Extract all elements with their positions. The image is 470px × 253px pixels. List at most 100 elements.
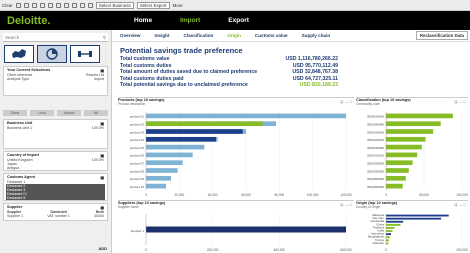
category-label: Pakistan xyxy=(372,241,384,245)
category-label: 8516320000 xyxy=(367,162,384,166)
category-label: 8516330000 xyxy=(367,169,384,173)
lock-selections-button[interactable]: Lock xyxy=(30,110,54,116)
bar xyxy=(386,113,453,119)
products-chart: 0 20,000 40,000 60,000 80,000 100,000 120,000 p… xyxy=(130,112,352,197)
search-box[interactable]: Search ⚲ xyxy=(3,33,108,42)
x-tick-label: 120,000 xyxy=(340,193,352,197)
bar xyxy=(386,239,390,242)
sidebar-footer: ADD xyxy=(98,246,107,251)
panel-menu-icon[interactable]: ▣ xyxy=(100,175,104,180)
business-unit-item[interactable]: Business Unit 1 xyxy=(7,126,32,130)
selection-buttons: Clear Lock Unlock All xyxy=(3,110,108,116)
logo-dot: . xyxy=(47,14,51,27)
forward-icon[interactable] xyxy=(23,2,29,8)
export-dropdown[interactable]: Select Export xyxy=(136,1,170,9)
x-tick-label: 40,000 xyxy=(208,193,218,197)
category-label: 8516310010 xyxy=(367,154,384,158)
deloitte-logo: Deloitte. xyxy=(7,15,130,27)
category-label: product 03 xyxy=(130,130,145,134)
bar xyxy=(146,121,263,127)
category-label: 8516510000 xyxy=(367,115,384,119)
search-icon: ⚲ xyxy=(102,35,106,40)
bar xyxy=(386,220,404,223)
supplier-panel: Supplier ▣ Supplier Dominant Both Supplier … xyxy=(3,203,108,221)
suppliers-chart-panel: Suppliers (top 10 savings) Supplier name… xyxy=(118,200,354,253)
bookmark-icon[interactable] xyxy=(55,2,61,8)
unlock-selections-button[interactable]: Unlock xyxy=(57,110,81,116)
bar xyxy=(386,227,395,229)
category-label: 8516350000 xyxy=(367,177,384,181)
dashboard-view-icon[interactable] xyxy=(37,45,67,63)
map-view-icon[interactable] xyxy=(4,45,34,63)
category-label: 8516510090 xyxy=(367,146,384,150)
nav-export[interactable]: Export xyxy=(228,17,249,24)
clear-selections-button[interactable]: Clear xyxy=(3,110,27,116)
tab-supply-chain[interactable]: Supply chain xyxy=(302,33,331,38)
tab-overview[interactable]: Overview xyxy=(120,33,140,38)
category-label: product 06 xyxy=(130,154,145,158)
search-icon[interactable] xyxy=(47,2,53,8)
bar xyxy=(386,230,393,232)
nav-home[interactable]: Home xyxy=(134,17,152,24)
tab-classification[interactable]: Classification xyxy=(184,33,214,38)
category-label: 8516340000 xyxy=(367,123,384,127)
products-chart-panel: Products (top 10 savings) Product descri… xyxy=(118,97,354,198)
suppliers-chart: 0 200,000 400,000 600,000 Supplier 1 xyxy=(130,214,352,252)
nav-import[interactable]: Import xyxy=(180,17,200,24)
classification-chart: 0 50,000 100,000 8516510000 8516340000 851631… xyxy=(367,112,468,197)
settings-icon[interactable] xyxy=(87,2,93,8)
bar xyxy=(146,160,183,166)
search-input[interactable]: Search xyxy=(5,35,19,40)
lock-icon[interactable] xyxy=(31,2,37,8)
category-label: product 07 xyxy=(130,162,145,166)
x-tick-label: 20,000 xyxy=(174,193,184,197)
supplier-cell: VAT number 1 xyxy=(47,214,70,218)
bar xyxy=(386,160,413,166)
export-icon[interactable] xyxy=(79,2,85,8)
category-label: product 01 xyxy=(130,115,145,119)
business-dropdown[interactable]: Select Business xyxy=(95,1,134,9)
back-icon[interactable] xyxy=(15,2,21,8)
flow-view-icon[interactable] xyxy=(70,45,100,63)
bar xyxy=(386,152,418,158)
chart-tools-icon[interactable]: Q ↔ □ xyxy=(340,99,352,104)
selection-value: Import xyxy=(93,77,104,81)
clear-button[interactable]: Clear xyxy=(2,3,13,8)
suppliers-chart-subtitle: Supplier name xyxy=(118,205,139,209)
category-label: 8516340010 xyxy=(367,138,384,142)
country-item[interactable]: Antigua xyxy=(7,166,19,170)
business-unit-pct: 100.0% xyxy=(91,126,104,130)
bar xyxy=(146,129,243,134)
print-icon[interactable] xyxy=(71,2,77,8)
tab-insight[interactable]: Insight xyxy=(154,33,169,38)
category-label: 8516360000 xyxy=(367,185,384,189)
chart-tools-icon[interactable]: Q ↔ □ xyxy=(340,202,352,207)
x-tick-label: 200,000 xyxy=(207,248,219,252)
supplier-cell[interactable]: Supplier 1 xyxy=(7,214,23,218)
savings-row: Total potential savings due to unclaimed… xyxy=(120,82,338,89)
tab-customs-value[interactable]: Customs value xyxy=(255,33,288,38)
x-tick-label: 60,000 xyxy=(241,193,251,197)
category-label: Supplier 1 xyxy=(130,229,144,233)
chart-tools-icon[interactable]: Q ↔ □ xyxy=(454,202,466,207)
category-label: product 04 xyxy=(130,138,145,142)
bar xyxy=(146,113,346,119)
country-panel: Country of Import ▣ United Kingdom 100.0% … xyxy=(3,151,108,171)
app-toolbar: Clear Select Business Select Export More xyxy=(0,0,470,11)
country-pct: 100.0% xyxy=(91,158,104,162)
bar xyxy=(386,217,442,220)
report-icon[interactable] xyxy=(63,2,69,8)
classification-chart-panel: Classification (top 10 savings) Commodit… xyxy=(356,97,468,198)
customs-agent-row[interactable]: Declarant 5 xyxy=(6,196,105,200)
bar xyxy=(386,175,406,181)
unlock-icon[interactable] xyxy=(39,2,45,8)
more-button[interactable]: More xyxy=(173,3,183,8)
select-all-button[interactable]: All xyxy=(84,110,108,116)
chart-tools-icon[interactable]: Q ↔ □ xyxy=(454,99,466,104)
bar xyxy=(386,129,434,134)
tab-origin[interactable]: Origin xyxy=(227,33,241,38)
savings-label: Total potential savings due to unclaimed… xyxy=(120,82,248,88)
x-tick-label: 80,000 xyxy=(274,193,284,197)
bar xyxy=(146,144,205,150)
reclassification-toggle[interactable]: Reclassification Data xyxy=(415,31,468,40)
